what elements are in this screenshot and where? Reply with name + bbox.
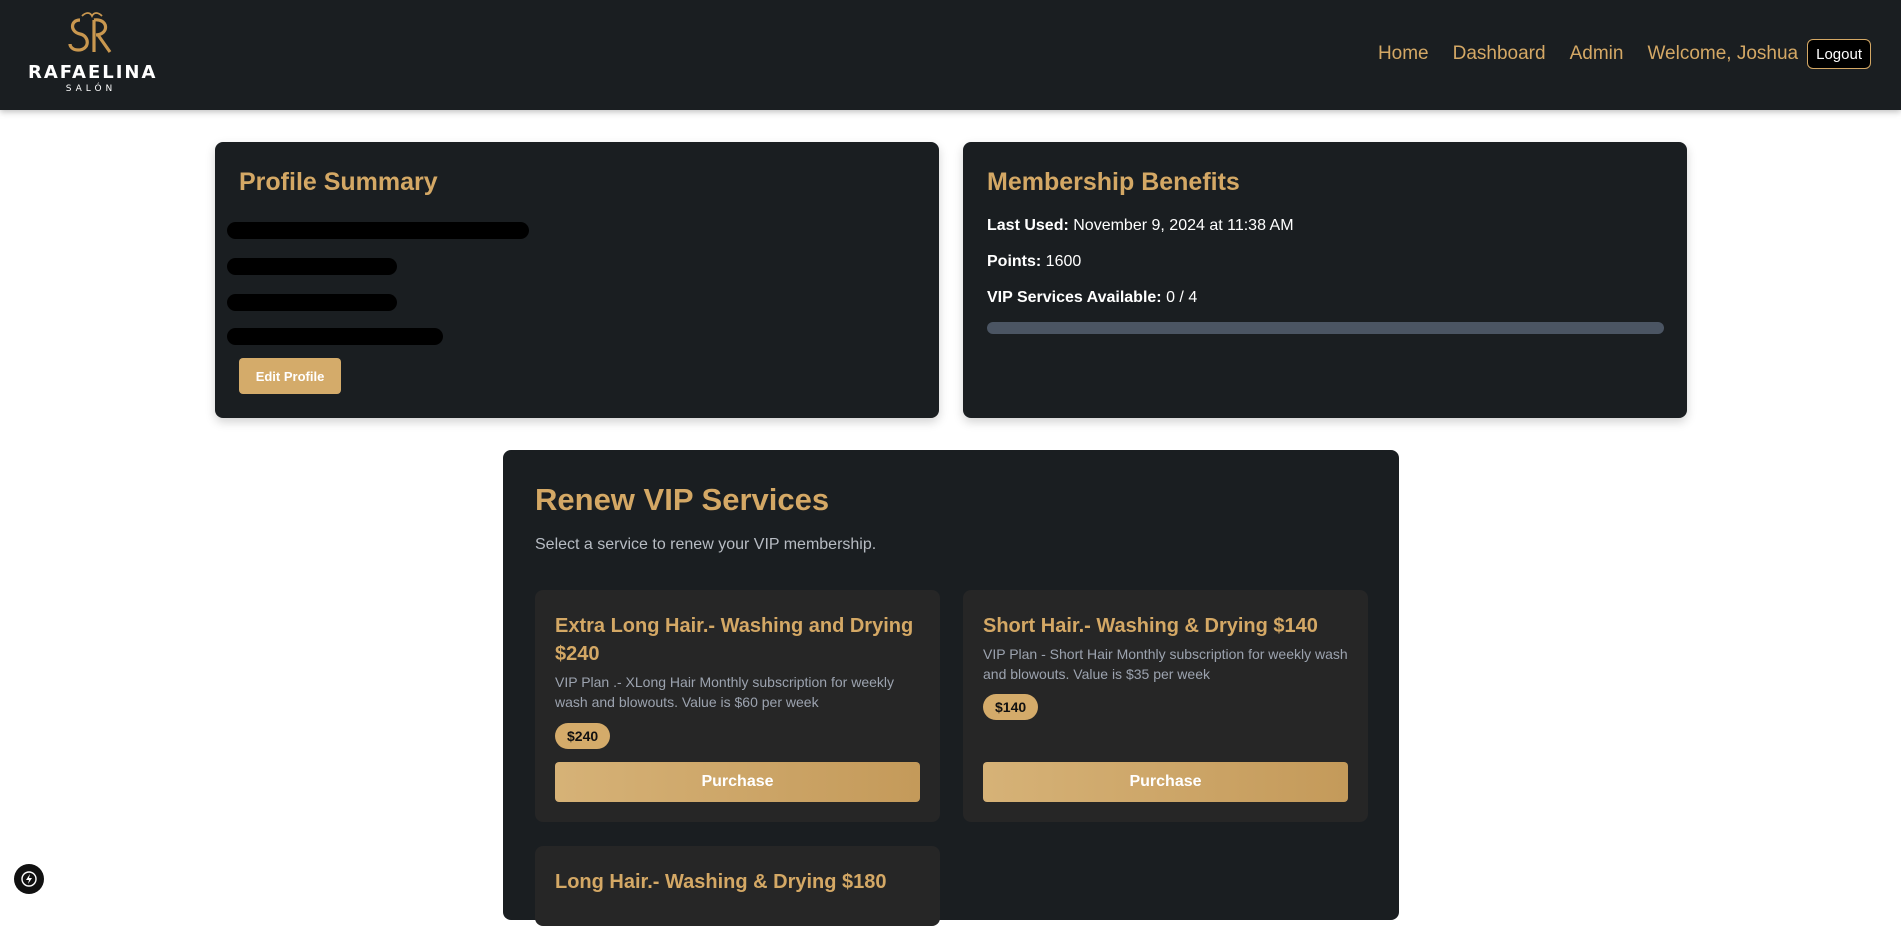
vip-available-value: 0 / 4 [1166, 289, 1198, 306]
profile-phone-row [227, 326, 499, 346]
price-badge: $240 [555, 723, 611, 749]
nav-home-link[interactable]: Home [1378, 39, 1429, 69]
service-description: VIP Plan - Short Hair Monthly subscripti… [983, 646, 1348, 682]
redaction-mark [227, 328, 443, 345]
last-used-label: Last Used: [987, 217, 1074, 234]
service-title: Long Hair.- Washing & Drying $180 [555, 871, 887, 893]
service-title: Short Hair.- Washing & Drying $140 [983, 615, 1318, 637]
nav-admin-link[interactable]: Admin [1570, 39, 1624, 69]
vip-available-row: VIP Services Available: 0 / 4 [987, 289, 1197, 307]
renew-vip-section: Renew VIP Services Select a service to r… [503, 450, 1399, 926]
main-nav: Home Dashboard Admin Welcome, Joshua Log… [1354, 39, 1871, 69]
service-card: Short Hair.- Washing & Drying $140 VIP P… [963, 590, 1368, 822]
points-label: Points: [987, 253, 1046, 270]
brand-subtitle: SALÓN [65, 84, 117, 94]
lightning-icon [21, 871, 37, 887]
profile-summary-card: Profile Summary Edit Profile [215, 142, 939, 418]
brand-logo[interactable]: RAFAELINA SALÓN [28, 12, 158, 98]
price-badge: $140 [983, 694, 1039, 720]
nav-dashboard-link[interactable]: Dashboard [1453, 39, 1546, 69]
profile-summary-title: Profile Summary [239, 168, 438, 196]
purchase-button[interactable]: Purchase [983, 762, 1348, 802]
redaction-mark [227, 294, 397, 311]
vip-services-progress-bar [987, 322, 1664, 334]
profile-email-row [227, 220, 559, 240]
logo-monogram-icon [68, 12, 112, 53]
purchase-button[interactable]: Purchase [555, 762, 920, 802]
service-description: VIP Plan .- XLong Hair Monthly subscript… [555, 674, 895, 710]
brand-name: RAFAELINA [28, 62, 158, 83]
welcome-text: Welcome, Joshua [1647, 43, 1799, 64]
redaction-mark [227, 222, 529, 239]
profile-first-name-row [227, 256, 459, 276]
top-navbar: RAFAELINA SALÓN Home Dashboard Admin Wel… [0, 0, 1901, 110]
last-used-row: Last Used: November 9, 2024 at 11:38 AM [987, 217, 1294, 235]
last-used-value: November 9, 2024 at 11:38 AM [1073, 217, 1294, 234]
points-value: 1600 [1045, 253, 1082, 270]
service-title: Extra Long Hair.- Washing and Drying $24… [555, 615, 914, 665]
edit-profile-button[interactable]: Edit Profile [239, 358, 341, 394]
vip-available-label: VIP Services Available: [987, 289, 1167, 306]
dev-tools-badge[interactable] [14, 864, 44, 894]
renew-vip-subtitle: Select a service to renew your VIP membe… [535, 536, 877, 553]
redaction-mark [227, 258, 397, 275]
membership-benefits-title: Membership Benefits [987, 168, 1240, 196]
renew-vip-title: Renew VIP Services [535, 482, 830, 517]
membership-benefits-card: Membership Benefits Last Used: November … [963, 142, 1687, 418]
service-card: Long Hair.- Washing & Drying $180 [535, 846, 940, 926]
profile-last-name-row [227, 292, 459, 312]
logout-button[interactable]: Logout [1807, 39, 1871, 69]
service-card: Extra Long Hair.- Washing and Drying $24… [535, 590, 940, 822]
points-row: Points: 1600 [987, 253, 1081, 271]
